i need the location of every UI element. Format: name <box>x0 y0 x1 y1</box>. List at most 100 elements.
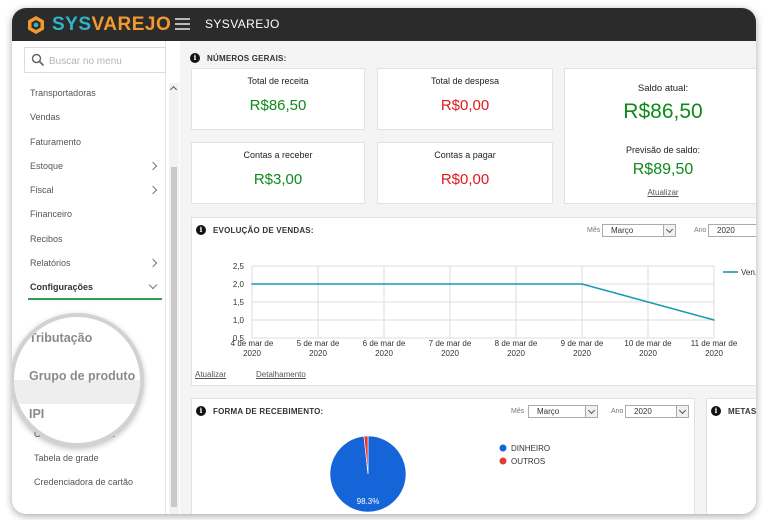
year-label: Ano <box>694 227 707 234</box>
card-value: R$0,00 <box>440 171 490 188</box>
card-label: Total de receita <box>247 76 309 86</box>
submenu-item[interactable]: Tabela de grade <box>24 446 166 470</box>
menu-search[interactable] <box>24 47 166 73</box>
saldo-update-link[interactable]: Atualizar <box>647 188 678 197</box>
top-bar: SYSVAREJO SYSVAREJO <box>12 8 756 41</box>
y-tick-label: 1,5 <box>233 298 245 307</box>
legend-swatch <box>499 457 507 465</box>
section-title-recebimento: i FORMA DE RECEBIMENTO: <box>196 406 323 416</box>
info-icon: i <box>196 225 206 235</box>
scrollbar-thumb[interactable] <box>171 167 177 507</box>
month-select[interactable]: Março <box>528 405 598 418</box>
card-saldo: Saldo atual: R$86,50 Previsão de saldo: … <box>564 68 756 204</box>
magnifier-highlight <box>14 380 140 404</box>
card-value: R$86,50 <box>249 97 307 114</box>
sidebar-item[interactable]: Transportadoras <box>24 81 166 105</box>
sidebar-item-label: Transportadoras <box>30 88 96 98</box>
evolucao-update-link[interactable]: Atualizar <box>195 370 226 379</box>
card-total-receita: Total de receita R$86,50 <box>191 68 365 130</box>
data-point <box>251 283 253 285</box>
sidebar-item-label: Fiscal <box>30 185 54 196</box>
sidebar-item[interactable]: Financeiro <box>24 202 166 226</box>
pie-percent-label: 98.3% <box>357 497 380 506</box>
card-value: R$0,00 <box>440 97 490 114</box>
sidebar-item[interactable]: Recibos <box>24 227 166 251</box>
sidebar-item-label: Configurações <box>30 282 94 293</box>
data-point <box>713 319 715 321</box>
sidebar-item-label: Vendas <box>30 112 61 123</box>
sidebar-item-label: Faturamento <box>30 136 82 147</box>
x-tick-label: 10 de mar de 2020 <box>624 339 672 358</box>
magnified-item-grupo-produto: Grupo de produto <box>29 369 136 383</box>
chevron-down-icon <box>148 281 158 290</box>
y-tick-label: 2,0 <box>233 280 245 289</box>
saldo-label: Saldo atual: <box>637 83 689 94</box>
year-select[interactable]: 2020 <box>708 224 756 237</box>
card-label: Contas a receber <box>243 150 313 160</box>
data-point <box>581 283 583 285</box>
app-logo[interactable]: SYSVAREJO <box>26 14 171 36</box>
legend-label: DINHEIRO <box>511 444 550 453</box>
data-point <box>449 283 451 285</box>
data-point <box>383 283 385 285</box>
month-label: Mês <box>511 408 525 415</box>
chevron-right-icon <box>148 258 158 268</box>
card-label: Total de despesa <box>430 76 500 86</box>
sidebar-item-label: Relatórios <box>30 258 71 269</box>
y-tick-label: 1,0 <box>233 316 245 325</box>
search-input[interactable] <box>49 53 163 69</box>
card-total-despesa: Total de despesa R$0,00 <box>377 68 553 130</box>
logo-icon <box>26 15 46 35</box>
saldo-value: R$86,50 <box>623 100 703 123</box>
card-contas-receber: Contas a receber R$3,00 <box>191 142 365 204</box>
info-icon: i <box>190 53 200 63</box>
x-tick-label: 5 de mar de 2020 <box>297 339 340 358</box>
legend-swatch <box>499 444 507 452</box>
card-value: R$3,00 <box>253 171 303 188</box>
legend-label: OUTROS <box>511 457 545 466</box>
search-icon <box>31 53 45 67</box>
sidebar-item[interactable]: Fiscal <box>24 178 166 202</box>
card-label: Contas a pagar <box>434 150 496 160</box>
sidebar-item[interactable]: Faturamento <box>24 130 166 154</box>
x-tick-label: 11 de mar de 2020 <box>691 339 738 358</box>
payment-pie-chart: 98.3% DINHEIRO OUTROS <box>329 435 550 513</box>
x-tick-label: 8 de mar de 2020 <box>495 339 538 358</box>
zoom-magnifier: Tributação Grupo de produto IPI <box>12 313 144 447</box>
data-point <box>647 301 649 303</box>
sidebar-item[interactable]: Relatórios <box>24 251 166 275</box>
menu-toggle-icon[interactable] <box>175 18 190 30</box>
sidebar-item-label: Estoque <box>30 160 64 171</box>
month-label: Mês <box>587 227 601 234</box>
previsao-value: R$89,50 <box>632 161 694 178</box>
x-tick-label: 7 de mar de 2020 <box>429 339 472 358</box>
sidebar-item[interactable]: Estoque <box>24 154 166 178</box>
legend-label: Ven... <box>741 268 756 277</box>
info-icon: i <box>711 406 721 416</box>
chevron-down-icon <box>663 225 675 236</box>
magnified-item-ipi: IPI <box>29 407 45 421</box>
chevron-right-icon <box>148 185 158 195</box>
data-point <box>317 283 319 285</box>
data-point <box>515 283 517 285</box>
sidebar-item[interactable]: Configurações <box>24 275 166 300</box>
evolucao-details-link[interactable]: Detalhamento <box>256 370 306 379</box>
sidebar-item-label: Financeiro <box>30 209 73 220</box>
sales-line-chart: 0,51,01,52,02,54 de mar de 20205 de mar d… <box>231 262 756 358</box>
x-tick-label: 4 de mar de 2020 <box>231 339 274 358</box>
chevron-down-icon <box>676 406 688 417</box>
app-window: SYSVAREJO SYSVAREJO Transportadoras Venda… <box>12 8 756 514</box>
year-label: Ano <box>611 408 624 415</box>
panel-forma-recebimento: i FORMA DE RECEBIMENTO: Mês Março Ano 202… <box>191 398 695 514</box>
submenu-item[interactable]: Credenciadora de cartão <box>24 470 166 494</box>
panel-evolucao-vendas: i EVOLUÇÃO DE VENDAS: Mês Março Ano 2020 … <box>191 217 756 386</box>
sidebar-item[interactable]: Vendas <box>24 105 166 129</box>
logo-text: SYSVAREJO <box>52 14 172 35</box>
chevron-right-icon <box>148 161 158 171</box>
month-select[interactable]: Março <box>602 224 676 237</box>
chevron-down-icon <box>585 406 597 417</box>
active-underline <box>28 297 162 300</box>
sidebar-scrollbar[interactable] <box>169 83 179 514</box>
year-select[interactable]: 2020 <box>625 405 689 418</box>
info-icon: i <box>196 406 206 416</box>
